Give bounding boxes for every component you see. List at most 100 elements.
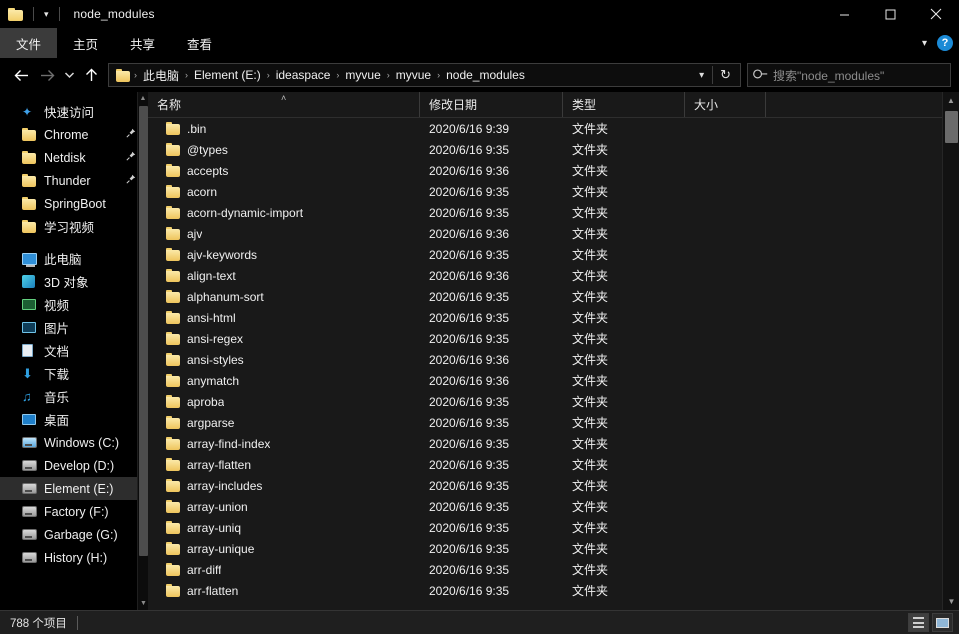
table-row[interactable]: ansi-styles 2020/6/16 9:36 文件夹 — [148, 349, 959, 370]
column-header-date-modified[interactable]: 修改日期 — [420, 92, 563, 117]
table-row[interactable]: array-unique 2020/6/16 9:35 文件夹 — [148, 538, 959, 559]
sidebar-item-springboot[interactable]: SpringBoot — [0, 192, 148, 215]
table-row[interactable]: acorn-dynamic-import 2020/6/16 9:35 文件夹 — [148, 202, 959, 223]
table-row[interactable]: align-text 2020/6/16 9:36 文件夹 — [148, 265, 959, 286]
table-row[interactable]: ajv-keywords 2020/6/16 9:35 文件夹 — [148, 244, 959, 265]
table-row[interactable]: .bin 2020/6/16 9:39 文件夹 — [148, 118, 959, 139]
nav-group-this-pc[interactable]: 此电脑 — [0, 247, 148, 270]
table-row[interactable]: ansi-regex 2020/6/16 9:35 文件夹 — [148, 328, 959, 349]
table-row[interactable]: arr-diff 2020/6/16 9:35 文件夹 — [148, 559, 959, 580]
sidebar-item-videos[interactable]: 视频 — [0, 293, 148, 316]
pin-icon[interactable] — [126, 151, 136, 164]
sidebar-item-factory-f[interactable]: Factory (F:) — [0, 500, 148, 523]
table-row[interactable]: accepts 2020/6/16 9:36 文件夹 — [148, 160, 959, 181]
breadcrumb-item-ideaspace[interactable]: ideaspace — [271, 68, 336, 82]
search-box[interactable]: 搜索"node_modules" — [747, 63, 951, 87]
tab-share[interactable]: 共享 — [114, 28, 171, 58]
table-row[interactable]: acorn 2020/6/16 9:35 文件夹 — [148, 181, 959, 202]
column-header-name[interactable]: 名称 ˄ — [148, 92, 420, 117]
scrollbar-thumb[interactable] — [139, 106, 148, 556]
sidebar-item-element-e[interactable]: Element (E:) — [0, 477, 148, 500]
table-row[interactable]: ajv 2020/6/16 9:36 文件夹 — [148, 223, 959, 244]
minimize-button[interactable] — [821, 0, 867, 28]
table-row[interactable]: array-find-index 2020/6/16 9:35 文件夹 — [148, 433, 959, 454]
sidebar-item-chrome[interactable]: Chrome — [0, 123, 148, 146]
table-row[interactable]: array-uniq 2020/6/16 9:35 文件夹 — [148, 517, 959, 538]
sidebar-item-desktop[interactable]: 桌面 — [0, 408, 148, 431]
help-icon[interactable]: ? — [937, 35, 953, 51]
sidebar-item-garbage-g[interactable]: Garbage (G:) — [0, 523, 148, 546]
chevron-down-icon[interactable]: ▾ — [42, 9, 51, 19]
file-name-cell: alphanum-sort — [148, 290, 420, 304]
breadcrumb-bar[interactable]: › 此电脑 › Element (E:) › ideaspace › myvue… — [108, 63, 741, 87]
nav-group-quick-access[interactable]: ✦ 快速访问 — [0, 100, 148, 123]
sidebar-item-develop-d[interactable]: Develop (D:) — [0, 454, 148, 477]
chevron-up-icon[interactable]: ▲ — [138, 92, 148, 105]
nav-label: 此电脑 — [44, 253, 82, 267]
details-view-icon[interactable] — [908, 613, 929, 632]
breadcrumb-item-myvue-2[interactable]: myvue — [391, 68, 436, 82]
file-name-cell: accepts — [148, 164, 420, 178]
table-row[interactable]: argparse 2020/6/16 9:35 文件夹 — [148, 412, 959, 433]
up-button[interactable] — [78, 62, 104, 88]
table-row[interactable]: aproba 2020/6/16 9:35 文件夹 — [148, 391, 959, 412]
recent-locations-button[interactable] — [60, 62, 78, 88]
table-row[interactable]: array-flatten 2020/6/16 9:35 文件夹 — [148, 454, 959, 475]
navigation-pane-scrollbar[interactable]: ▲ ▼ — [137, 92, 148, 610]
file-name-label: array-union — [187, 499, 248, 514]
sidebar-item-pictures[interactable]: 图片 — [0, 316, 148, 339]
drive-icon — [22, 483, 40, 494]
search-input[interactable]: 搜索"node_modules" — [773, 67, 884, 84]
table-row[interactable]: arr-flatten 2020/6/16 9:35 文件夹 — [148, 580, 959, 601]
tab-home[interactable]: 主页 — [57, 28, 114, 58]
scrollbar-thumb[interactable] — [945, 111, 958, 143]
nav-label: Thunder — [44, 173, 91, 188]
folder-icon — [166, 395, 181, 408]
sidebar-item-music[interactable]: ♫ 音乐 — [0, 385, 148, 408]
maximize-button[interactable] — [867, 0, 913, 28]
refresh-icon[interactable]: ↻ — [713, 67, 738, 83]
quick-access-toolbar[interactable]: ▾ — [8, 7, 64, 21]
sidebar-item-documents[interactable]: 文档 — [0, 339, 148, 362]
table-row[interactable]: anymatch 2020/6/16 9:36 文件夹 — [148, 370, 959, 391]
breadcrumb-item-element-e[interactable]: Element (E:) — [189, 68, 266, 82]
breadcrumb-item-node-modules[interactable]: node_modules — [441, 68, 530, 82]
sidebar-item-downloads[interactable]: ⬇ 下载 — [0, 362, 148, 385]
chevron-down-icon[interactable]: ▼ — [943, 593, 959, 610]
sidebar-item-windows-c[interactable]: Windows (C:) — [0, 431, 148, 454]
pin-icon[interactable] — [126, 128, 136, 141]
file-name-cell: acorn — [148, 185, 420, 199]
table-row[interactable]: ansi-html 2020/6/16 9:35 文件夹 — [148, 307, 959, 328]
chevron-down-icon[interactable]: ▼ — [138, 597, 148, 610]
nav-label: Garbage (G:) — [44, 527, 118, 542]
file-name-label: argparse — [187, 415, 235, 430]
large-icons-view-icon[interactable] — [932, 613, 953, 632]
chevron-down-icon[interactable]: ▾ — [691, 70, 712, 81]
column-header-size[interactable]: 大小 — [685, 92, 766, 117]
sidebar-item-netdisk[interactable]: Netdisk — [0, 146, 148, 169]
tab-view[interactable]: 查看 — [171, 28, 228, 58]
table-row[interactable]: array-includes 2020/6/16 9:35 文件夹 — [148, 475, 959, 496]
nav-label: SpringBoot — [44, 196, 106, 211]
divider — [33, 7, 34, 21]
table-row[interactable]: @types 2020/6/16 9:35 文件夹 — [148, 139, 959, 160]
chevron-up-icon[interactable]: ▲ — [943, 92, 959, 109]
breadcrumb-item-this-pc[interactable]: 此电脑 — [138, 67, 184, 84]
sidebar-item-3d-objects[interactable]: 3D 对象 — [0, 270, 148, 293]
close-button[interactable] — [913, 0, 959, 28]
column-header-type[interactable]: 类型 — [563, 92, 685, 117]
breadcrumb: › 此电脑 › Element (E:) › ideaspace › myvue… — [133, 67, 691, 84]
table-row[interactable]: array-union 2020/6/16 9:35 文件夹 — [148, 496, 959, 517]
file-list-scrollbar[interactable]: ▲ ▼ — [942, 92, 959, 610]
table-row[interactable]: alphanum-sort 2020/6/16 9:35 文件夹 — [148, 286, 959, 307]
forward-button[interactable] — [34, 62, 60, 88]
tab-file[interactable]: 文件 — [0, 28, 58, 58]
sidebar-item-thunder[interactable]: Thunder — [0, 169, 148, 192]
breadcrumb-item-myvue-1[interactable]: myvue — [340, 68, 385, 82]
column-header-blank[interactable] — [766, 92, 959, 117]
sidebar-item-study-video[interactable]: 学习视频 — [0, 215, 148, 238]
chevron-down-icon[interactable]: ▾ — [922, 38, 927, 49]
sidebar-item-history-h[interactable]: History (H:) — [0, 546, 148, 569]
back-button[interactable] — [8, 62, 34, 88]
pin-icon[interactable] — [126, 174, 136, 187]
